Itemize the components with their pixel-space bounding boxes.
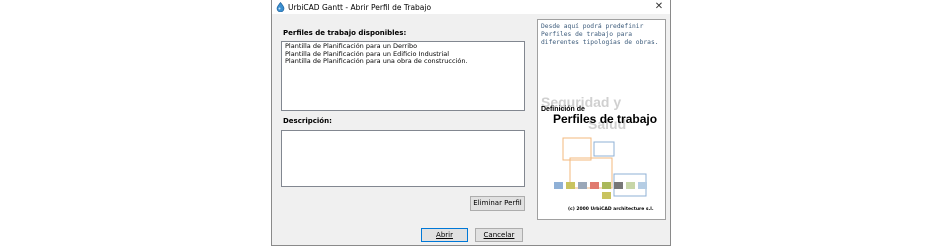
cancel-button-label: Cancelar: [483, 231, 515, 239]
cancel-button[interactable]: Cancelar: [475, 228, 523, 242]
panel-heading-large: Perfiles de trabajo: [553, 112, 658, 126]
profiles-list[interactable]: Plantilla de Planificación para un Derri…: [281, 41, 525, 111]
close-icon[interactable]: ✕: [648, 0, 670, 14]
open-button-label: Abrir: [436, 231, 453, 239]
open-button[interactable]: Abrir: [421, 228, 468, 242]
window-title: UrbiCAD Gantt - Abrir Perfil de Trabajo: [288, 3, 432, 12]
description-field[interactable]: [281, 130, 525, 187]
delete-profile-button[interactable]: Eliminar Perfil: [470, 196, 525, 211]
urbicad-app-icon: [276, 2, 285, 12]
hint-text: Desde aquí podrá predefinir Perfiles de …: [541, 23, 659, 46]
list-item[interactable]: Plantilla de Planificación para una obra…: [282, 58, 524, 66]
title-bar[interactable]: UrbiCAD Gantt - Abrir Perfil de Trabajo …: [272, 0, 670, 14]
profiles-label: Perfiles de trabajo disponibles:: [283, 29, 407, 37]
copyright-text: (c) 2000 UrbiCAD architecture s.l.: [568, 207, 654, 212]
info-panel: Desde aquí podrá predefinir Perfiles de …: [537, 19, 666, 220]
description-label: Descripción:: [283, 117, 332, 125]
delete-profile-label: Eliminar Perfil: [473, 199, 522, 207]
profiles-diagram-illustration: [554, 137, 647, 199]
dialog-window: UrbiCAD Gantt - Abrir Perfil de Trabajo …: [271, 0, 671, 246]
